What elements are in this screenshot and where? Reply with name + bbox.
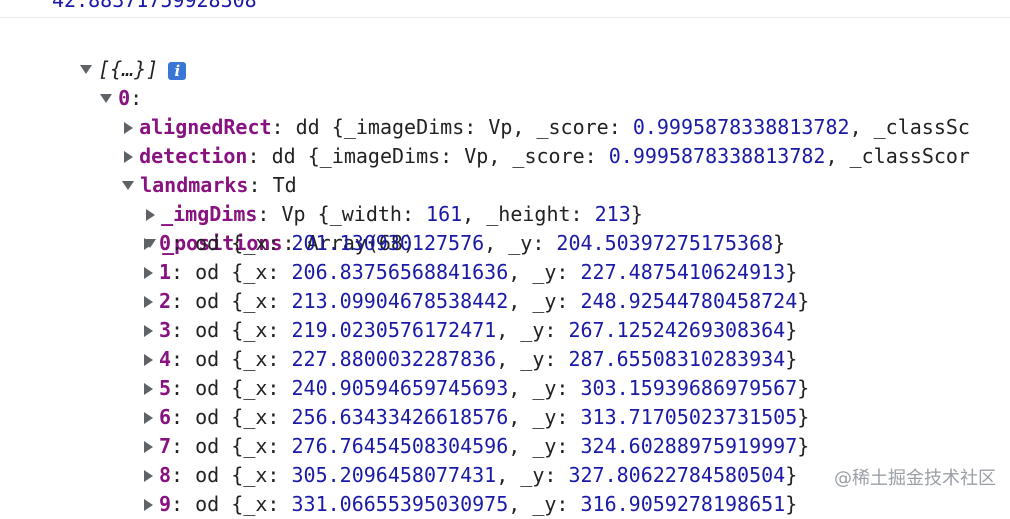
y-value: 303.15939686979567 bbox=[580, 376, 798, 400]
collapse-arrow-icon[interactable] bbox=[144, 353, 153, 366]
type-name: od bbox=[195, 289, 220, 313]
number-value: 42.88371759928308 bbox=[52, 0, 257, 12]
type-name: od bbox=[195, 318, 220, 342]
position-row[interactable]: 7: od {_x: 276.76454508304596, _y: 324.6… bbox=[142, 432, 809, 461]
collapse-arrow-icon[interactable] bbox=[144, 324, 153, 337]
x-value: 201.130930127576 bbox=[291, 231, 485, 255]
x-value: 240.90594659745693 bbox=[291, 376, 509, 400]
x-value: 276.76454508304596 bbox=[291, 434, 509, 458]
tree-item-positions[interactable]: _positions: Array(68) bbox=[120, 200, 415, 255]
position-row[interactable]: 1: od {_x: 206.83756568841636, _y: 227.4… bbox=[142, 258, 797, 287]
y-value: 316.9059278198651 bbox=[580, 492, 786, 516]
position-row[interactable]: 2: od {_x: 213.09904678538442, _y: 248.9… bbox=[142, 287, 809, 316]
tree-item-alignedRect[interactable]: alignedRect: dd {_imageDims: Vp, _score:… bbox=[98, 84, 970, 139]
index-key: 2 bbox=[159, 289, 172, 313]
type-name: od bbox=[195, 463, 220, 487]
type-name: od bbox=[195, 260, 220, 284]
index-key: 0 bbox=[159, 231, 172, 255]
previous-value: 42.88371759928308 bbox=[52, 0, 257, 15]
position-row[interactable]: 9: od {_x: 331.06655395030975, _y: 316.9… bbox=[142, 490, 797, 519]
tree-item-landmarks[interactable]: landmarks: Td bbox=[98, 142, 297, 197]
tree-root[interactable]: [{…}] i bbox=[56, 26, 187, 81]
y-value: 313.71705023731505 bbox=[580, 405, 798, 429]
x-value: 206.83756568841636 bbox=[291, 260, 509, 284]
y-value: 287.65508310283934 bbox=[568, 347, 786, 371]
index-key: 6 bbox=[159, 405, 172, 429]
type-name: od bbox=[195, 434, 220, 458]
x-value: 213.09904678538442 bbox=[291, 289, 509, 313]
score-value: 0.9995878338813782 bbox=[608, 144, 826, 168]
position-row[interactable]: 4: od {_x: 227.8800032287836, _y: 287.65… bbox=[142, 345, 797, 374]
position-row[interactable]: 3: od {_x: 219.0230576172471, _y: 267.12… bbox=[142, 316, 797, 345]
type-name: od bbox=[195, 376, 220, 400]
y-value: 204.50397275175368 bbox=[556, 231, 774, 255]
index-key: 8 bbox=[159, 463, 172, 487]
info-icon[interactable]: i bbox=[168, 61, 187, 80]
type-name: od bbox=[195, 347, 220, 371]
x-value: 305.2096458077431 bbox=[291, 463, 497, 487]
index-key: 9 bbox=[159, 492, 172, 516]
index-key: 3 bbox=[159, 318, 172, 342]
y-value: 267.12524269308364 bbox=[568, 318, 786, 342]
x-value: 256.63433426618576 bbox=[291, 405, 509, 429]
watermark: @稀土掘金技术社区 bbox=[832, 464, 998, 490]
y-value: 324.60288975919997 bbox=[580, 434, 798, 458]
collapse-arrow-icon[interactable] bbox=[144, 411, 153, 424]
x-value: 331.06655395030975 bbox=[291, 492, 509, 516]
collapse-arrow-icon[interactable] bbox=[144, 266, 153, 279]
collapse-arrow-icon[interactable] bbox=[144, 469, 153, 482]
tree-item-0[interactable]: 0: bbox=[76, 55, 142, 110]
x-value: 219.0230576172471 bbox=[291, 318, 497, 342]
position-row[interactable]: 6: od {_x: 256.63433426618576, _y: 313.7… bbox=[142, 403, 809, 432]
collapse-arrow-icon[interactable] bbox=[144, 237, 153, 250]
position-row[interactable]: 8: od {_x: 305.2096458077431, _y: 327.80… bbox=[142, 461, 797, 490]
y-value: 248.92544780458724 bbox=[580, 289, 798, 313]
console-divider bbox=[0, 17, 1010, 18]
y-value: 327.80622784580504 bbox=[568, 463, 786, 487]
collapse-arrow-icon[interactable] bbox=[144, 295, 153, 308]
type-name: od bbox=[195, 405, 220, 429]
type-name: od bbox=[195, 231, 220, 255]
collapse-arrow-icon[interactable] bbox=[144, 440, 153, 453]
collapse-arrow-icon[interactable] bbox=[144, 498, 153, 511]
index-key: 1 bbox=[159, 260, 172, 284]
tree-item-imgDims[interactable]: _imgDims: Vp {_width: 161, _height: 213} bbox=[120, 171, 643, 226]
position-row[interactable]: 5: od {_x: 240.90594659745693, _y: 303.1… bbox=[142, 374, 809, 403]
y-value: 227.4875410624913 bbox=[580, 260, 786, 284]
x-value: 227.8800032287836 bbox=[291, 347, 497, 371]
collapse-arrow-icon[interactable] bbox=[144, 382, 153, 395]
index-key: 7 bbox=[159, 434, 172, 458]
index-key: 5 bbox=[159, 376, 172, 400]
type-name: od bbox=[195, 492, 220, 516]
index-key: 4 bbox=[159, 347, 172, 371]
position-row[interactable]: 0: od {_x: 201.130930127576, _y: 204.503… bbox=[142, 229, 785, 258]
tree-item-detection[interactable]: detection: dd {_imageDims: Vp, _score: 0… bbox=[98, 113, 970, 168]
